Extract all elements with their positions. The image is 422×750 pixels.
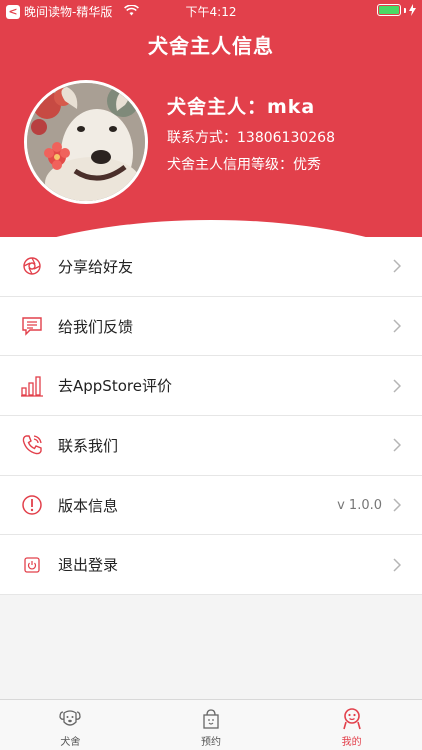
tab-mine[interactable]: 我的 [281, 700, 422, 750]
tab-reservation[interactable]: 预约 [141, 700, 282, 750]
avatar[interactable] [24, 80, 148, 204]
phone-icon [20, 433, 44, 457]
tab-label-reservation: 预约 [201, 737, 221, 748]
menu-label-share: 分享给好友 [58, 257, 134, 276]
menu-label-rate-appstore: 去AppStore评价 [58, 377, 172, 396]
rating-icon [20, 374, 44, 398]
battery-icon [377, 4, 401, 16]
tab-kennel[interactable]: 犬舍 [0, 700, 141, 750]
tab-label-mine: 我的 [341, 737, 362, 748]
chevron-right-icon [392, 497, 402, 513]
status-bar: < 晚间读物-精华版 下午4:12 [0, 0, 422, 22]
share-icon [20, 254, 44, 278]
battery-tip [404, 7, 406, 13]
info-icon [20, 493, 44, 517]
menu-label-contact-us: 联系我们 [58, 436, 119, 455]
menu-label-version-info: 版本信息 [58, 496, 119, 515]
menu-item-logout[interactable]: 退出登录 [0, 535, 422, 596]
menu-item-version-info[interactable]: 版本信息 v 1.0.0 [0, 476, 422, 536]
menu-item-contact-us[interactable]: 联系我们 [0, 416, 422, 476]
owner-contact: 联系方式：13806130268 [167, 130, 335, 146]
chevron-right-icon [392, 437, 402, 453]
menu-label-logout: 退出登录 [58, 556, 119, 575]
chevron-right-icon [392, 318, 402, 334]
page-title: 犬舍主人信息 [148, 34, 274, 58]
menu-item-rate-appstore[interactable]: 去AppStore评价 [0, 356, 422, 417]
dog-icon [58, 707, 82, 731]
menu-item-share[interactable]: 分享给好友 [0, 237, 422, 297]
status-right [377, 4, 416, 16]
tab-bar: 犬舍 预约 我的 [0, 699, 422, 750]
owner-credit-level: 犬舍主人信用等级：优秀 [167, 157, 321, 173]
chevron-right-icon [392, 258, 402, 274]
settings-menu: 分享给好友 给我们反馈 去AppStore评价 联系我们 版本信息 v 1.0.… [0, 237, 422, 596]
power-icon [20, 553, 44, 577]
chevron-right-icon [392, 378, 402, 394]
reservation-icon [199, 707, 223, 731]
charging-icon [409, 4, 416, 16]
owner-name: 犬舍主人：mka [167, 96, 316, 118]
chevron-right-icon [392, 557, 402, 573]
menu-item-feedback[interactable]: 给我们反馈 [0, 297, 422, 357]
menu-label-feedback: 给我们反馈 [58, 317, 134, 336]
profile-icon [340, 707, 364, 731]
feedback-icon [20, 314, 44, 338]
status-time: 下午4:12 [185, 5, 237, 19]
tab-label-kennel: 犬舍 [60, 737, 81, 748]
version-number: v 1.0.0 [337, 497, 382, 513]
